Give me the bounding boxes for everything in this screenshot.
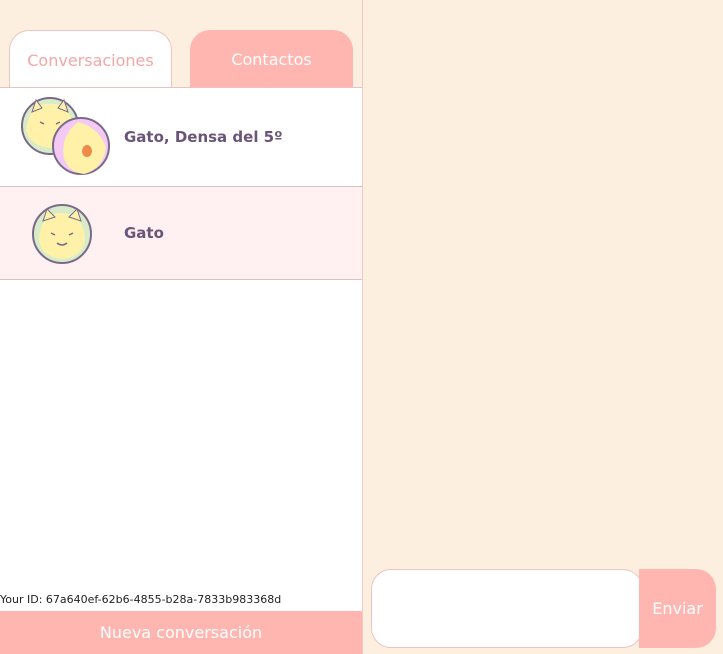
cat-avatar-icon <box>32 204 92 264</box>
cat-avatar-icon <box>21 97 110 175</box>
user-id-text: Your ID: 67a640ef-62b6-4855-b28a-7833b98… <box>0 593 282 606</box>
sidebar: Conversaciones Contactos Gato, Densa del <box>0 0 363 654</box>
conversation-name: Gato, Densa del 5º <box>124 128 283 146</box>
tab-bar: Conversaciones Contactos <box>0 30 362 89</box>
cat-avatar <box>31 203 93 265</box>
conversation-item-group[interactable]: Gato, Densa del 5º <box>0 88 362 187</box>
conversation-list: Gato, Densa del 5º Gato <box>0 87 362 611</box>
message-input[interactable] <box>371 569 643 648</box>
conversation-item-gato[interactable]: Gato <box>0 187 362 280</box>
tab-conversations-label: Conversaciones <box>27 50 154 70</box>
message-composer: Enviar <box>371 569 716 648</box>
tab-contacts[interactable]: Contactos <box>190 30 353 88</box>
tab-conversations[interactable]: Conversaciones <box>9 30 172 89</box>
tab-contacts-label: Contactos <box>231 49 312 69</box>
group-avatar <box>20 96 110 178</box>
new-conversation-button[interactable]: Nueva conversación <box>0 611 362 654</box>
send-button[interactable]: Enviar <box>639 569 716 648</box>
conversation-name: Gato <box>124 224 164 242</box>
